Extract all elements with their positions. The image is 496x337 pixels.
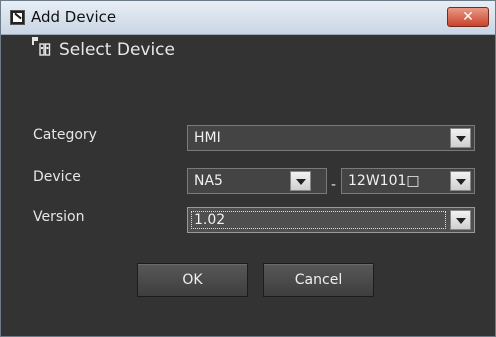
chevron-down-icon[interactable] [450,171,471,191]
version-select[interactable]: 1.02 [187,207,475,233]
ok-button[interactable]: OK [137,263,248,297]
device-app-icon [10,10,25,25]
focus-indicator [191,211,446,229]
device-model-value: 12W101□ [348,173,420,189]
version-label: Version [33,209,85,225]
device-separator: - [331,177,337,193]
add-device-dialog: Add Device ✕ Select Device Category HMI … [0,0,496,337]
category-label: Category [33,127,97,143]
cancel-button[interactable]: Cancel [263,263,374,297]
device-value: NA5 [194,173,223,189]
category-select[interactable]: HMI [187,125,475,151]
close-icon: ✕ [462,9,474,25]
window-title: Add Device [31,8,117,26]
chevron-down-icon[interactable] [450,128,471,148]
version-value: 1.02 [194,212,226,228]
device-model-select[interactable]: 12W101□ [341,168,475,194]
chevron-down-icon[interactable] [290,171,311,191]
chevron-down-icon[interactable] [450,210,471,230]
device-icon [32,37,51,56]
category-value: HMI [194,130,221,146]
title-bar[interactable]: Add Device ✕ [1,1,495,35]
device-label: Device [33,169,81,185]
section-title: Select Device [59,40,175,60]
close-button[interactable]: ✕ [447,7,489,27]
device-select[interactable]: NA5 [187,168,327,194]
